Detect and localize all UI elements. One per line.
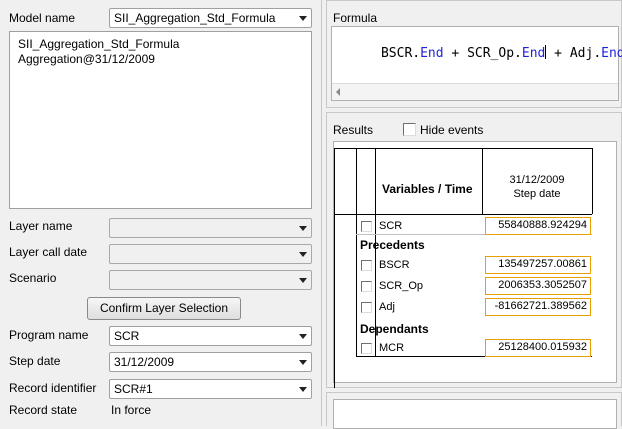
hide-events-label: Hide events: [420, 123, 484, 137]
formula-keyword: End: [601, 46, 622, 61]
formula-label: Formula: [333, 11, 378, 25]
record-state-label: Record state: [9, 403, 78, 417]
formula-token: .: [412, 46, 421, 61]
record-state-value: In force: [111, 403, 152, 417]
grid-line: [334, 214, 592, 215]
row-value-cell: -81662721.389562: [485, 298, 591, 316]
row-variable-name: Adj: [379, 301, 395, 313]
row-checkbox[interactable]: [361, 302, 372, 313]
formula-editor[interactable]: BSCR.End + SCR_Op.End + Adj.End: [331, 26, 622, 101]
chevron-down-icon: [299, 360, 307, 365]
chevron-down-icon: [299, 226, 307, 231]
layer-name-dropdown[interactable]: [109, 218, 312, 238]
row-value-cell: 2006353.3052507: [485, 277, 591, 295]
formula-token: SCR_Op: [467, 46, 515, 61]
row-checkbox[interactable]: [361, 260, 372, 271]
confirm-layer-selection-button[interactable]: Confirm Layer Selection: [87, 297, 241, 320]
formula-token: .: [514, 46, 522, 61]
results-panel: Results Hide events Variables / Time 31/…: [326, 112, 622, 388]
formula-keyword: End: [521, 46, 546, 61]
row-value-cell: 135497257.00861: [485, 256, 591, 274]
layer-name-label: Layer name: [9, 219, 73, 233]
row-variable-name: SCR_Op: [379, 280, 424, 292]
program-name-dropdown[interactable]: SCR: [109, 326, 312, 346]
column-header-date: 31/12/2009 Step date: [484, 173, 590, 201]
row-checkbox[interactable]: [361, 281, 372, 292]
dependants-section-header: Dependants: [360, 322, 429, 336]
chevron-down-icon: [299, 16, 307, 21]
layer-call-date-label: Layer call date: [9, 245, 88, 259]
step-date-dropdown[interactable]: 31/12/2009: [109, 352, 312, 372]
bottom-text-area[interactable]: [333, 399, 617, 429]
row-checkbox[interactable]: [361, 343, 372, 354]
row-value-cell: 55840888.924294: [485, 217, 591, 235]
row-variable-name: BSCR: [379, 259, 410, 271]
model-name-label: Model name: [9, 11, 76, 25]
row-checkbox[interactable]: [361, 221, 372, 232]
results-label: Results: [333, 123, 374, 137]
formula-panel: Formula BSCR.End + SCR_Op.End + Adj.End: [326, 0, 622, 108]
model-name-dropdown[interactable]: SII_Aggregation_Std_Formula: [109, 8, 312, 28]
chevron-down-icon: [299, 334, 307, 339]
scroll-left-icon[interactable]: [336, 88, 340, 96]
formula-keyword: End: [420, 46, 444, 61]
grid-line: [356, 148, 357, 356]
record-identifier-value: SCR#1: [114, 382, 153, 396]
precedents-section-header: Precedents: [360, 238, 425, 252]
column-header-date-value: 31/12/2009: [509, 174, 565, 186]
scenario-label: Scenario: [9, 271, 57, 285]
layer-call-date-dropdown[interactable]: [109, 244, 312, 264]
hide-events-checkbox[interactable]: [403, 123, 416, 136]
formula-token: +: [443, 46, 468, 61]
chevron-down-icon: [299, 252, 307, 257]
program-name-label: Program name: [9, 328, 89, 342]
formula-token: +: [546, 46, 570, 61]
row-variable-name: SCR: [379, 220, 403, 232]
program-name-value: SCR: [114, 329, 140, 343]
scenario-dropdown[interactable]: [109, 270, 312, 290]
formula-token: BSCR: [380, 46, 413, 61]
grid-line: [334, 148, 592, 149]
model-list-item[interactable]: Aggregation@31/12/2009: [18, 52, 155, 66]
results-grid: Variables / Time 31/12/2009 Step date SC…: [333, 141, 617, 388]
model-name-value: SII_Aggregation_Std_Formula: [114, 11, 276, 25]
formula-token: Adj: [569, 46, 594, 61]
step-date-value: 31/12/2009: [114, 355, 175, 369]
row-value-cell: 25128400.015932: [485, 339, 591, 357]
row-variable-name: MCR: [379, 342, 405, 354]
model-list-item[interactable]: SII_Aggregation_Std_Formula: [18, 37, 179, 51]
formula-horizontal-scrollbar[interactable]: [332, 83, 618, 100]
grid-line: [482, 148, 483, 214]
model-list[interactable]: SII_Aggregation_Std_Formula Aggregation@…: [9, 31, 312, 209]
left-panel: Model name SII_Aggregation_Std_Formula S…: [0, 0, 322, 426]
formula-token: .: [593, 46, 602, 61]
formula-text[interactable]: BSCR.End + SCR_Op.End + Adj.End: [334, 29, 622, 78]
bottom-panel: [326, 392, 622, 429]
column-header-variables: Variables / Time: [382, 182, 473, 196]
record-identifier-label: Record identifier: [9, 381, 97, 395]
grid-line: [592, 148, 593, 214]
step-date-label: Step date: [9, 354, 61, 368]
chevron-down-icon: [299, 387, 307, 392]
record-identifier-dropdown[interactable]: SCR#1: [109, 379, 312, 399]
chevron-down-icon: [299, 278, 307, 283]
column-header-step-label: Step date: [513, 188, 561, 200]
grid-line: [334, 148, 335, 388]
